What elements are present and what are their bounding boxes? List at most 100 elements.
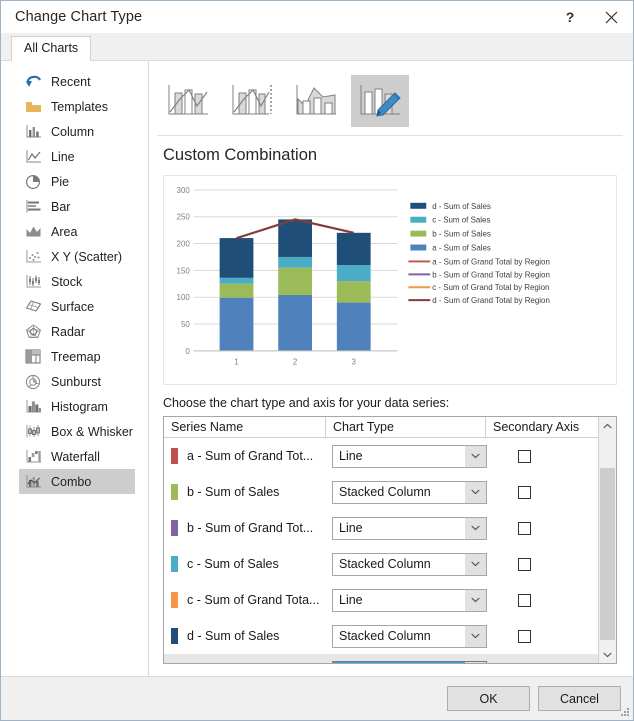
stacked-area-clustered-column-thumb[interactable] — [287, 75, 345, 127]
chevron-down-icon[interactable] — [465, 481, 486, 503]
svg-text:2: 2 — [293, 358, 298, 367]
chart-type-cell: Stacked Column — [326, 480, 487, 504]
sidebar-item-histogram[interactable]: Histogram — [19, 394, 135, 419]
dialog-title: Change Chart Type — [15, 9, 143, 25]
sidebar-item-waterfall[interactable]: Waterfall — [19, 444, 135, 469]
sidebar-item-stock[interactable]: Stock — [19, 269, 135, 294]
sidebar-item-label: Recent — [51, 74, 91, 89]
chevron-down-icon[interactable] — [465, 589, 486, 611]
scrollbar-thumb[interactable] — [600, 468, 615, 640]
series-table-body: a - Sum of Grand Tot... Line b - Sum of … — [164, 438, 598, 663]
sidebar-item-radar[interactable]: Radar — [19, 319, 135, 344]
sidebar-item-surface[interactable]: Surface — [19, 294, 135, 319]
bar-segment — [278, 219, 313, 257]
main-panel: Custom Combination 300 250 200 150 100 5… — [149, 61, 633, 676]
chart-type-cell: Stacked Column — [326, 624, 487, 648]
sidebar-item-box-whisker[interactable]: Box & Whisker — [19, 419, 135, 444]
secondary-axis-checkbox[interactable] — [518, 593, 531, 607]
bar-segment — [219, 283, 254, 298]
clustered-column-line-thumb[interactable] — [159, 75, 217, 127]
svg-text:3: 3 — [352, 358, 357, 367]
series-table: Series Name Chart Type Secondary Axis a … — [163, 416, 617, 664]
chevron-down-icon[interactable] — [465, 445, 486, 467]
scatter-chart-icon — [23, 248, 43, 266]
sidebar-item-label: Stock — [51, 274, 83, 289]
chart-subtype-thumbnails — [157, 73, 623, 136]
chart-type-dropdown[interactable]: Line — [332, 660, 487, 663]
column-header-secondary-axis: Secondary Axis — [493, 420, 580, 434]
secondary-axis-checkbox[interactable] — [518, 629, 531, 643]
tab-strip: All Charts — [1, 33, 633, 61]
sidebar-item-label: Sunburst — [51, 374, 102, 389]
dialog-titlebar: Change Chart Type ? — [1, 1, 633, 33]
cancel-button[interactable]: Cancel — [538, 686, 621, 711]
sidebar-item-pie[interactable]: Pie — [19, 169, 135, 194]
sidebar-item-line[interactable]: Line — [19, 144, 135, 169]
table-row[interactable]: d - Sum of Grand Tot... Line — [164, 654, 598, 663]
secondary-axis-checkbox[interactable] — [518, 557, 531, 571]
sidebar-item-label: Box & Whisker — [51, 424, 133, 439]
sidebar-item-sunburst[interactable]: Sunburst — [19, 369, 135, 394]
sidebar-item-label: Combo — [51, 474, 92, 489]
series-table-scrollbar[interactable] — [598, 417, 616, 663]
secondary-axis-checkbox[interactable] — [518, 449, 531, 463]
chart-type-dropdown[interactable]: Stacked Column — [332, 480, 487, 504]
clustered-column-line-secondary-axis-thumb[interactable] — [223, 75, 281, 127]
sidebar-item-area[interactable]: Area — [19, 219, 135, 244]
chart-type-dropdown[interactable]: Line — [332, 516, 487, 540]
tab-all-charts[interactable]: All Charts — [11, 36, 92, 61]
scroll-down-icon[interactable] — [599, 646, 616, 663]
chart-type-dropdown[interactable]: Stacked Column — [332, 624, 487, 648]
sidebar-item-column[interactable]: Column — [19, 119, 135, 144]
chevron-down-icon[interactable] — [465, 661, 486, 663]
chevron-down-icon[interactable] — [465, 625, 486, 647]
chart-type-dropdown[interactable]: Stacked Column — [332, 552, 487, 576]
table-row[interactable]: d - Sum of Sales Stacked Column — [164, 618, 598, 654]
series-name-cell: c - Sum of Sales — [164, 556, 326, 572]
series-name-label: a - Sum of Grand Tot... — [187, 449, 314, 463]
bar-segment — [336, 265, 371, 282]
table-row[interactable]: a - Sum of Grand Tot... Line — [164, 438, 598, 474]
scrollbar-track[interactable] — [599, 434, 616, 646]
sidebar-item-templates[interactable]: Templates — [19, 94, 135, 119]
chart-category-sidebar: Recent Templates Column Line Pie Bar Are… — [1, 61, 149, 676]
sidebar-item-combo[interactable]: Combo — [19, 469, 135, 494]
change-chart-type-dialog: Change Chart Type ? All Charts Recent Te… — [0, 0, 634, 721]
bar-segment — [336, 232, 371, 266]
chevron-down-icon[interactable] — [465, 517, 486, 539]
svg-text:250: 250 — [177, 213, 191, 222]
bar-segment — [219, 297, 254, 351]
custom-combination-thumb[interactable] — [351, 75, 409, 127]
scroll-up-icon[interactable] — [599, 417, 616, 434]
surface-chart-icon — [23, 298, 43, 316]
sidebar-item-recent[interactable]: Recent — [19, 69, 135, 94]
sidebar-item-treemap[interactable]: Treemap — [19, 344, 135, 369]
table-row[interactable]: c - Sum of Grand Tota... Line — [164, 582, 598, 618]
table-row[interactable]: c - Sum of Sales Stacked Column — [164, 546, 598, 582]
series-name-cell: b - Sum of Sales — [164, 484, 326, 500]
chart-preview: 300 250 200 150 100 50 0 1 2 3 d - Sum o… — [163, 175, 617, 385]
secondary-axis-checkbox[interactable] — [518, 521, 531, 535]
series-color-swatch — [171, 628, 178, 644]
table-row[interactable]: b - Sum of Sales Stacked Column — [164, 474, 598, 510]
recent-arrow-icon — [23, 73, 43, 91]
series-color-swatch — [171, 520, 178, 536]
chart-type-dropdown[interactable]: Line — [332, 444, 487, 468]
svg-text:50: 50 — [181, 320, 190, 329]
chart-type-value: Line — [339, 521, 363, 535]
help-icon[interactable]: ? — [551, 2, 589, 32]
sidebar-item-label: Line — [51, 149, 75, 164]
svg-text:b - Sum of Grand Total by Regi: b - Sum of Grand Total by Region — [432, 270, 550, 279]
sidebar-item-xy-scatter[interactable]: X Y (Scatter) — [19, 244, 135, 269]
close-icon[interactable] — [589, 2, 633, 32]
series-name-cell: b - Sum of Grand Tot... — [164, 520, 326, 536]
column-chart-icon — [23, 123, 43, 141]
resize-grip-icon[interactable] — [620, 707, 630, 717]
sidebar-item-bar[interactable]: Bar — [19, 194, 135, 219]
dialog-footer: OK Cancel — [1, 676, 633, 720]
chevron-down-icon[interactable] — [465, 553, 486, 575]
secondary-axis-checkbox[interactable] — [518, 485, 531, 499]
ok-button[interactable]: OK — [447, 686, 530, 711]
table-row[interactable]: b - Sum of Grand Tot... Line — [164, 510, 598, 546]
chart-type-dropdown[interactable]: Line — [332, 588, 487, 612]
